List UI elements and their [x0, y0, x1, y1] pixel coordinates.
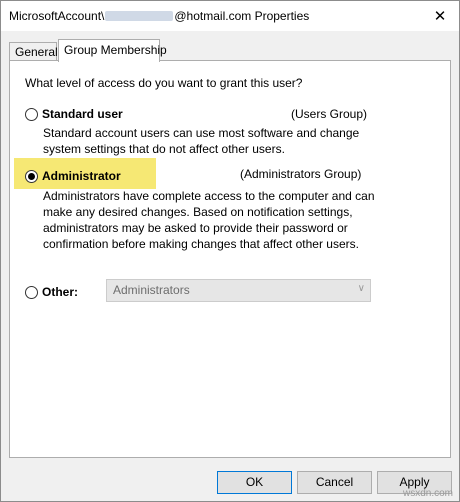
tab-group-membership[interactable]: Group Membership	[58, 39, 167, 62]
other-radio[interactable]	[25, 285, 38, 299]
group-membership-panel: What level of access do you want to gran…	[9, 60, 451, 458]
administrator-description: Administrators have complete access to t…	[43, 189, 375, 251]
watermark: wsxdn.com	[402, 488, 453, 499]
ok-button[interactable]: OK	[217, 471, 292, 494]
close-icon: ✕	[433, 8, 447, 25]
administrator-option[interactable]: Administrator	[25, 169, 121, 183]
standard-user-radio[interactable]	[25, 107, 38, 121]
users-group-label: (Users Group)	[291, 107, 368, 121]
title-suffix: @hotmail.com Properties	[174, 9, 310, 23]
properties-dialog: MicrosoftAccount\ @hotmail.com Properties…	[0, 0, 460, 502]
administrator-radio[interactable]	[25, 169, 38, 183]
other-label: Other:	[42, 285, 78, 299]
standard-user-option[interactable]: Standard user	[25, 107, 123, 121]
title-prefix: MicrosoftAccount\	[9, 9, 105, 23]
other-group-select[interactable]: Administrators ∨	[106, 279, 371, 302]
close-button[interactable]: ✕	[429, 5, 451, 27]
standard-user-description: Standard account users can use most soft…	[43, 126, 360, 156]
standard-user-label: Standard user	[42, 107, 123, 121]
cancel-button[interactable]: Cancel	[297, 471, 372, 494]
redacted-username	[105, 11, 174, 21]
administrators-group-label: (Administrators Group)	[240, 167, 362, 181]
window-title: MicrosoftAccount\ @hotmail.com Properties	[9, 9, 309, 23]
tab-general[interactable]: General	[9, 42, 58, 61]
title-bar: MicrosoftAccount\ @hotmail.com Properties…	[1, 1, 459, 31]
access-question: What level of access do you want to gran…	[25, 76, 303, 90]
other-option[interactable]: Other:	[25, 285, 78, 299]
other-group-select-value: Administrators	[113, 283, 190, 297]
chevron-down-icon: ∨	[357, 283, 365, 294]
administrator-label: Administrator	[42, 169, 121, 183]
